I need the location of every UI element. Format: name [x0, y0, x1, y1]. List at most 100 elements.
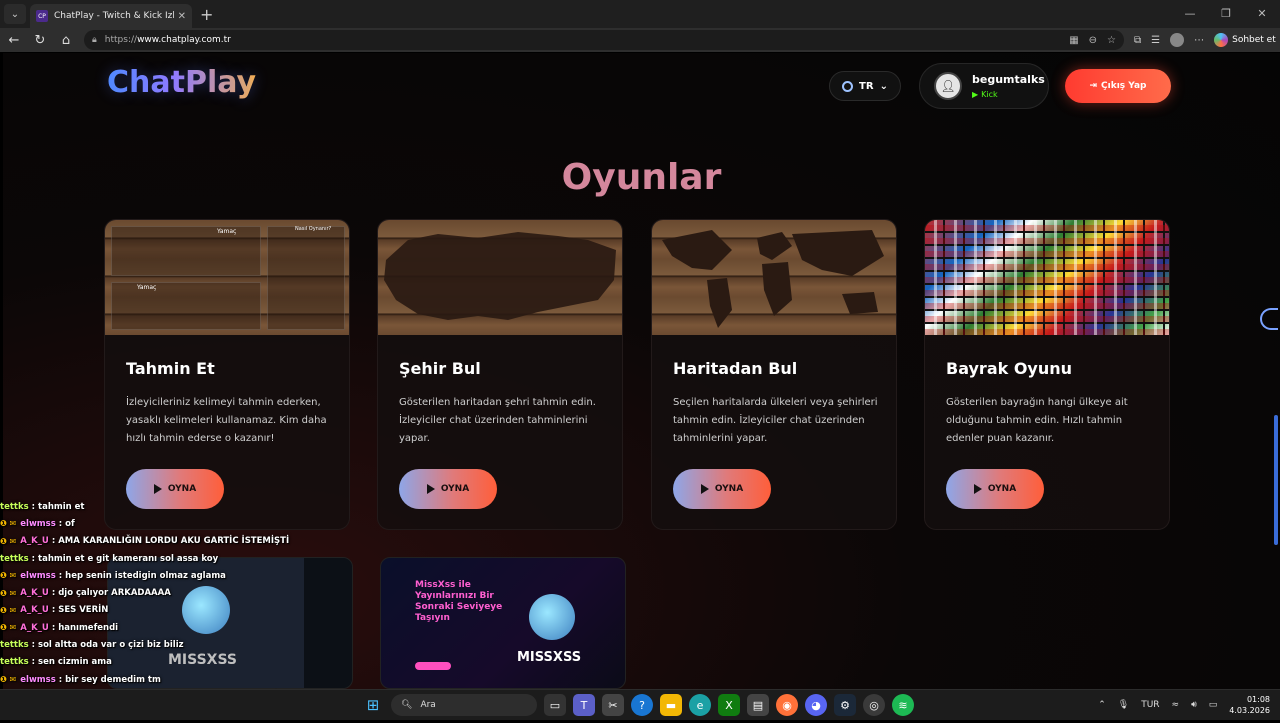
chat-message: ❶ ✉ A_K_U: AMA KARANLIĞIN LORDU AKU GARTİ… — [0, 533, 300, 550]
game-title: Bayrak Oyunu — [946, 359, 1073, 378]
platform-label: Kick — [981, 90, 998, 99]
clock-date: 4.03.2026 — [1229, 706, 1270, 715]
favorites-icon[interactable]: ☰ — [1151, 35, 1160, 46]
microphone-icon[interactable]: 🎙︎ — [1118, 700, 1129, 710]
chat-text: : tahmin et e git kameranı sol assa koy — [31, 553, 219, 564]
chat-badges-icon: ❶ ✉ — [0, 519, 17, 529]
copilot-button[interactable]: Sohbet et — [1214, 33, 1276, 47]
reader-icon[interactable]: ▦ — [1069, 35, 1078, 46]
game-description: İzleyicileriniz kelimeyi tahmin ederken,… — [126, 397, 327, 444]
chevron-up-icon[interactable]: ⌃ — [1098, 700, 1106, 710]
chat-message: tettks: sen cizmin ama — [0, 654, 300, 671]
promo-card-missxss[interactable]: MissXss ile Yayınlarınızı Bir Sonraki Se… — [380, 557, 626, 689]
browser-tools: ⧉ ☰ ⋯ Sohbet et — [1134, 33, 1276, 47]
chat-badges-icon: ❶ ✉ — [0, 675, 17, 685]
play-label: OYNA — [167, 484, 197, 494]
play-label: OYNA — [987, 484, 1017, 494]
address-bar-row: ← ↻ ⌂ 🔒︎ https:// www.chatplay.com.tr ▦ … — [0, 28, 1280, 52]
play-icon — [153, 484, 162, 494]
tab-list-button[interactable]: ⌄ — [4, 4, 26, 24]
chat-badges-icon: ❶ ✉ — [0, 571, 17, 581]
game-thumbnail: Yamaç Nasıl Oynanır? Yamaç — [105, 220, 349, 335]
url-prefix: https:// — [104, 35, 138, 45]
play-button[interactable]: OYNA — [673, 469, 771, 509]
clock-time: 01:08 — [1246, 695, 1270, 704]
play-icon — [973, 484, 982, 494]
url-input[interactable]: 🔒︎ https:// www.chatplay.com.tr ▦ ⊖ ☆ — [84, 30, 1124, 50]
favicon-icon: CP — [36, 10, 48, 22]
play-icon — [700, 484, 709, 494]
profile-avatar[interactable] — [1170, 33, 1185, 47]
game-thumbnail — [925, 220, 1169, 335]
chat-message: ❶ ✉ elwmss: of — [0, 515, 300, 532]
xbox-icon[interactable]: X — [718, 694, 740, 716]
chat-message: tettks: sol altta oda var o çizi biz bil… — [0, 636, 300, 653]
page-scrollbar[interactable] — [1274, 415, 1278, 545]
restore-icon[interactable]: ❐ — [1208, 0, 1244, 26]
game-title: Haritadan Bul — [673, 359, 798, 378]
chat-message: ❶ ✉ elwmss: bir sey demedim tm — [0, 671, 300, 688]
block-icon[interactable]: ⊖ — [1089, 35, 1097, 46]
file-explorer-icon[interactable]: ▬ — [660, 694, 682, 716]
chat-text: : SES VERİN — [51, 605, 109, 616]
discord-icon[interactable]: ◕ — [805, 694, 827, 716]
help-icon[interactable]: ? — [631, 694, 653, 716]
lock-icon: 🔒︎ — [92, 35, 97, 45]
start-windows-icon[interactable]: ⊞ — [362, 694, 384, 716]
spotify-icon[interactable]: ≋ — [892, 694, 914, 716]
back-icon[interactable]: ← — [2, 29, 26, 51]
edge-icon[interactable]: e — [689, 694, 711, 716]
volume-icon[interactable]: 🔊︎ — [1191, 700, 1197, 710]
teams-icon[interactable]: T — [573, 694, 595, 716]
logout-icon: ⇥ — [1089, 81, 1098, 91]
taskbar-search[interactable]: 🔍︎ Ara — [391, 694, 537, 716]
copilot-icon — [1214, 33, 1229, 47]
play-button[interactable]: OYNA — [399, 469, 497, 509]
windows-taskbar: ⊞ 🔍︎ Ara ▭ T ✂ ? ▬ e X ▤ ◉ ◕ ⚙ ◎ ≋ ⌃ 🎙︎ … — [0, 689, 1280, 720]
chat-username: A_K_U — [20, 605, 49, 616]
language-selector[interactable]: TR ⌄ — [829, 71, 901, 101]
task-view-icon[interactable]: ▭ — [544, 694, 566, 716]
turkey-map-graphic — [384, 232, 616, 320]
battery-icon[interactable]: ▭ — [1209, 700, 1218, 710]
username: begumtalks — [972, 73, 1045, 86]
chat-message: ❶ ✉ elwmss: hep senin istedigin olmaz agl… — [0, 567, 300, 584]
browser-tab[interactable]: CP ChatPlay - Twitch & Kick İzleyici Et … — [30, 4, 192, 28]
game-card-bayrak-oyunu: Bayrak Oyunu Gösterilen bayrağın hangi ü… — [924, 219, 1170, 530]
play-button[interactable]: OYNA — [946, 469, 1044, 509]
chat-text: : hep senin istedigin olmaz aglama — [58, 570, 226, 581]
side-scroll-button[interactable] — [1260, 308, 1278, 330]
play-icon: ▶ — [972, 90, 979, 99]
language-indicator[interactable]: TUR — [1141, 700, 1159, 710]
steam-icon[interactable]: ⚙ — [834, 694, 856, 716]
game-description: Seçilen haritalarda ülkeleri veya şehirl… — [673, 397, 878, 444]
chat-text: : AMA KARANLIĞIN LORDU AKU GARTİC İSTEMİ… — [51, 536, 290, 547]
obs-icon[interactable]: ◎ — [863, 694, 885, 716]
game-title: Tahmin Et — [126, 359, 215, 378]
promo-cta-button[interactable] — [415, 662, 451, 670]
chat-text: : sen cizmin ama — [31, 657, 112, 668]
extensions-icon[interactable]: ⧉ — [1134, 35, 1141, 46]
taskbar-clock[interactable]: 01:08 4.03.2026 — [1229, 694, 1270, 716]
site-logo[interactable]: ChatPlay — [107, 65, 256, 100]
more-icon[interactable]: ⋯ — [1194, 35, 1204, 46]
game-card-sehir-bul: Şehir Bul Gösterilen haritadan şehri tah… — [377, 219, 623, 530]
promo-tagline: MissXss ile Yayınlarınızı Bir Sonraki Se… — [415, 580, 503, 623]
store-icon[interactable]: ▤ — [747, 694, 769, 716]
snipping-icon[interactable]: ✂ — [602, 694, 624, 716]
new-tab-button[interactable]: + — [200, 5, 213, 24]
minimize-icon[interactable]: — — [1172, 0, 1208, 26]
reload-icon[interactable]: ↻ — [28, 29, 52, 51]
user-profile[interactable]: 👤︎ begumtalks ▶ Kick — [919, 63, 1049, 109]
home-icon[interactable]: ⌂ — [54, 29, 78, 51]
system-tray: ⌃ 🎙︎ TUR ≈ 🔊︎ ▭ 01:08 4.03.2026 — [1098, 694, 1270, 716]
favorite-star-icon[interactable]: ☆ — [1107, 35, 1116, 46]
close-window-icon[interactable]: ✕ — [1244, 0, 1280, 26]
page-title: Oyunlar — [561, 157, 722, 198]
wifi-icon[interactable]: ≈ — [1172, 700, 1180, 710]
close-tab-icon[interactable]: ✕ — [178, 11, 186, 22]
logout-button[interactable]: ⇥ Çıkış Yap — [1065, 69, 1171, 103]
chat-username: elwmss — [20, 674, 56, 685]
game-title: Şehir Bul — [399, 359, 481, 378]
firefox-icon[interactable]: ◉ — [776, 694, 798, 716]
